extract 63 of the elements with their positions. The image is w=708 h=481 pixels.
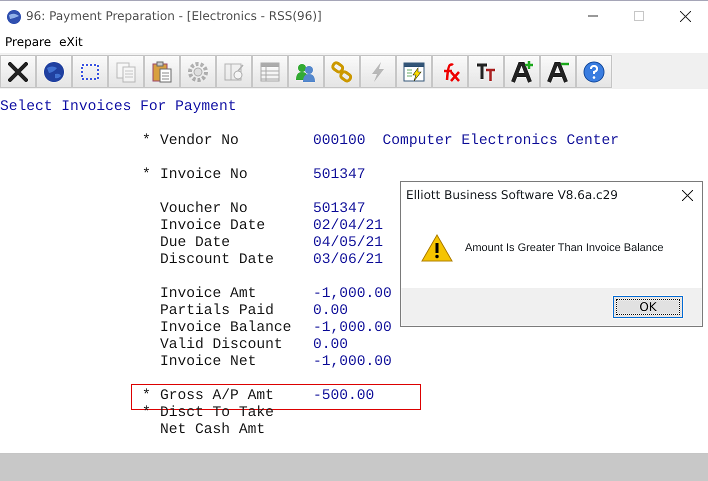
toolbar-button[interactable]	[504, 55, 540, 88]
menu-item[interactable]: eXit	[58, 33, 90, 51]
field-value: 000100	[313, 133, 366, 150]
dialog-title: Elliott Business Software V8.6a.c29	[406, 187, 619, 204]
font-smaller-icon	[546, 60, 570, 84]
field-value: -1,000.00	[313, 354, 392, 371]
field-value: 501347	[313, 201, 366, 218]
gear-icon	[186, 60, 210, 84]
field-label: Discount Date	[160, 252, 275, 269]
field-label: Net Cash Amt	[160, 422, 266, 439]
globe-icon	[42, 60, 66, 84]
field-value: 03/06/21	[313, 252, 384, 269]
field-label: Valid Discount	[160, 337, 284, 354]
screen-title: Select Invoices For Payment	[0, 99, 238, 116]
required-marker: *	[142, 133, 152, 150]
field-label: Invoice Net	[160, 354, 258, 371]
field-value: 0.00	[313, 337, 348, 354]
field-label: Voucher No	[160, 201, 249, 218]
toolbar-button[interactable]	[576, 55, 612, 88]
toolbar-button[interactable]	[72, 55, 108, 88]
maximize-icon	[634, 11, 644, 21]
toolbar-button[interactable]	[144, 55, 180, 88]
field-label: Invoice Amt	[160, 286, 258, 303]
toolbar-button[interactable]	[36, 55, 72, 88]
field-label: Invoice Balance	[160, 320, 292, 337]
field-label: Partials Paid	[160, 303, 275, 320]
close-icon	[680, 10, 690, 22]
copy-icon	[114, 60, 138, 84]
report-icon	[402, 60, 426, 84]
app-logo-icon	[6, 8, 22, 25]
vendor-name: Computer Electronics Center	[382, 133, 620, 150]
clipboard-icon	[150, 60, 174, 84]
field-value: -1,000.00	[313, 286, 392, 303]
field-label: Disct To Take	[160, 405, 275, 422]
field-value: 04/05/21	[313, 235, 384, 252]
field-value: 02/04/21	[313, 218, 384, 235]
field-value: -1,000.00	[313, 320, 392, 337]
required-marker: *	[142, 405, 152, 422]
font-larger-icon	[510, 60, 534, 84]
field-value: 0.00	[313, 303, 348, 320]
close-icon	[6, 60, 30, 84]
field-label: Gross A/P Amt	[160, 388, 275, 405]
close-icon	[682, 190, 692, 200]
required-marker: *	[142, 388, 152, 405]
ok-button[interactable]: OK	[613, 296, 683, 318]
required-marker: *	[142, 167, 152, 184]
field-label: Due Date	[160, 235, 232, 252]
field-label: Invoice Date	[160, 218, 266, 235]
toolbar-button[interactable]	[540, 55, 576, 88]
toolbar-button[interactable]	[468, 55, 504, 88]
chain-icon	[330, 60, 354, 84]
field-label: Invoice No	[160, 167, 249, 184]
warning-icon	[421, 233, 453, 263]
field-value: -500.00	[313, 388, 374, 405]
toolbar-button[interactable]	[0, 55, 36, 88]
dialog-message: Amount Is Greater Than Invoice Balance	[465, 240, 664, 256]
menu-item[interactable]: Prepare	[4, 33, 58, 51]
window-title: 96: Payment Preparation - [Electronics - RSS(96)]	[26, 8, 323, 25]
field-value: 501347	[313, 167, 366, 184]
field-label: Vendor No	[160, 133, 240, 150]
table-icon	[258, 60, 282, 84]
toolbar-button[interactable]	[396, 55, 432, 88]
help-icon	[582, 60, 606, 84]
